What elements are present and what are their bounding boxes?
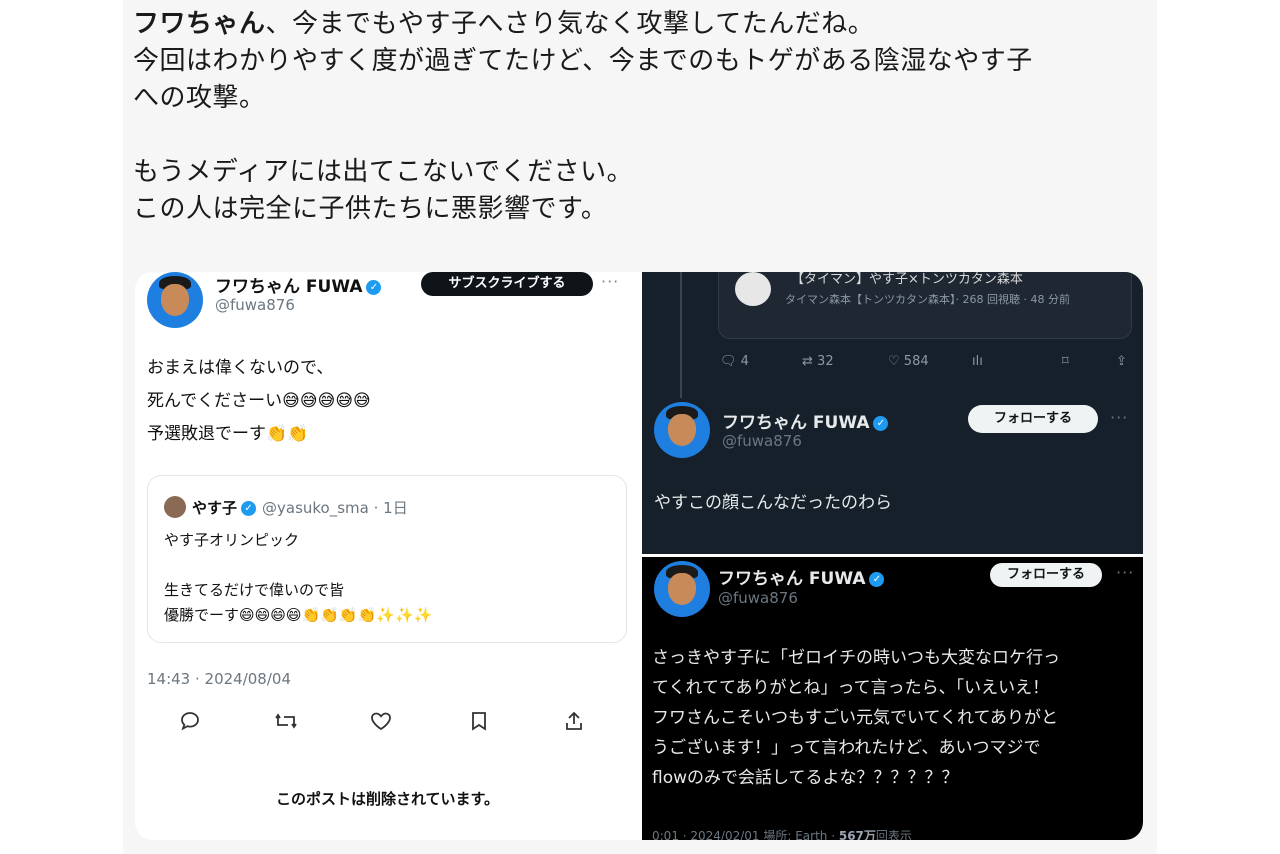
author-handle: @fuwa876 xyxy=(722,432,802,450)
post-line-2: 今回はわかりやすく度が過ぎてたけど、今までのもトゲがある陰湿なやす子 xyxy=(133,46,1033,76)
follow-button[interactable]: フォローする xyxy=(990,563,1102,587)
like-count[interactable]: ♡ 584 xyxy=(888,354,929,369)
emoji-sequence-icon: 😄😄😄😄👏👏👏👏✨✨✨ xyxy=(239,606,433,624)
verified-badge-icon: ✓ xyxy=(873,415,889,431)
tweet-body: おまえは偉くないので、 死んでくださーい😅😅😅😅😅 予選敗退でーす👏👏 xyxy=(147,352,371,451)
follow-button[interactable]: フォローする xyxy=(968,405,1098,433)
post-text: フワちゃん、今までもやす子へさり気なく攻撃してたんだね。 今回はわかりやすく度が… xyxy=(133,6,1143,228)
verified-badge-icon: ✓ xyxy=(869,571,885,587)
author-name[interactable]: フワちゃん FUWA ✓ xyxy=(722,408,889,433)
repost-icon[interactable] xyxy=(273,710,299,737)
author-name[interactable]: フワちゃん FUWA ✓ xyxy=(718,564,885,589)
screenshot-left-tweet[interactable]: フワちゃん FUWA ✓ @fuwa876 サブスクライブする ··· おまえは偉… xyxy=(135,272,640,840)
author-name[interactable]: フワちゃん FUWA ✓ xyxy=(215,272,382,297)
tweet-footer: 0:01 · 2024/02/01 場所: Earth · 567万回表示 xyxy=(652,829,912,840)
reply-count[interactable]: 🗨 4 xyxy=(720,354,749,369)
author-handle: @fuwa876 xyxy=(215,296,295,314)
quoted-avatar[interactable] xyxy=(164,496,186,518)
post-line-4: もうメディアには出てこないでください。 xyxy=(133,157,634,187)
deleted-post-notice: このポストは削除されています。 xyxy=(275,790,500,808)
subscribe-button[interactable]: サブスクライブする xyxy=(421,272,593,296)
avatar[interactable] xyxy=(654,561,710,617)
verified-badge-icon: ✓ xyxy=(241,501,257,516)
tweet-body: やすこの顔こんなだったのわら xyxy=(654,493,892,513)
embed-meta: タイマン森本【トンツカタン森本】· 268 回視聴 · 48 分前 xyxy=(785,293,1070,306)
sweat-smile-emoji-icon: 😅😅😅😅😅 xyxy=(282,391,371,411)
reply-icon: 🗨 xyxy=(720,354,737,369)
thread-line xyxy=(680,272,682,398)
reply-icon[interactable] xyxy=(179,710,201,737)
video-embed-card[interactable]: 【タイマン】やす子×トンツカタン森本 タイマン森本【トンツカタン森本】· 268… xyxy=(718,272,1132,339)
screenshot-dark-tweet-1[interactable]: 【タイマン】やす子×トンツカタン森本 タイマン森本【トンツカタン森本】· 268… xyxy=(642,272,1143,554)
quoted-tweet[interactable]: やす子 ✓ @yasuko_sma · 1日 やす子オリンピック 生きてるだけで偉い… xyxy=(147,475,627,643)
post-line-3: への攻撃。 xyxy=(133,83,266,113)
attached-media-grid[interactable]: フワちゃん FUWA ✓ @fuwa876 サブスクライブする ··· おまえは偉… xyxy=(135,272,1143,840)
avatar[interactable] xyxy=(654,402,710,458)
embed-avatar xyxy=(735,272,771,306)
tweet-timestamp[interactable]: 14:43 · 2024/08/04 xyxy=(147,670,291,688)
verified-badge-icon: ✓ xyxy=(366,279,382,295)
more-icon[interactable]: ··· xyxy=(1110,408,1128,427)
more-icon[interactable]: ··· xyxy=(601,272,619,291)
quoted-body: やす子オリンピック 生きてるだけで偉いので皆 優勝でーす😄😄😄😄👏👏👏👏✨✨✨ xyxy=(164,531,433,624)
author-mention[interactable]: フワちゃん xyxy=(133,9,266,39)
author-handle: @fuwa876 xyxy=(718,589,798,607)
share-icon[interactable]: ⇪ xyxy=(1116,354,1127,369)
like-icon: ♡ xyxy=(888,354,900,369)
quoted-author[interactable]: やす子 ✓ @yasuko_sma · 1日 xyxy=(192,497,408,518)
share-icon[interactable] xyxy=(563,710,585,737)
repost-count[interactable]: ⇄ 32 xyxy=(802,354,834,369)
post-line-5: この人は完全に子供たちに悪影響です。 xyxy=(133,194,608,224)
post-line-1: フワちゃん、今までもやす子へさり気なく攻撃してたんだね。 xyxy=(133,9,875,39)
bookmark-icon[interactable] xyxy=(469,710,489,737)
screenshot-dark-tweet-2[interactable]: フワちゃん FUWA ✓ @fuwa876 フォローする ··· さっきやす子に「… xyxy=(642,557,1143,840)
bookmark-icon[interactable]: ⌑ xyxy=(1062,354,1069,369)
like-icon[interactable] xyxy=(369,710,393,737)
tweet-actions xyxy=(179,710,599,740)
embed-title: 【タイマン】やす子×トンツカタン森本 xyxy=(791,272,1023,287)
avatar[interactable] xyxy=(147,272,203,328)
more-icon[interactable]: ··· xyxy=(1116,563,1134,582)
repost-icon: ⇄ xyxy=(802,354,813,369)
clap-emoji-icon: 👏👏 xyxy=(266,424,309,444)
tweet-body: さっきやす子に「ゼロイチの時いつも大変なロケ行っ てくれててありがとね」って言っ… xyxy=(652,648,1060,788)
views-icon[interactable]: ılı xyxy=(972,354,983,369)
